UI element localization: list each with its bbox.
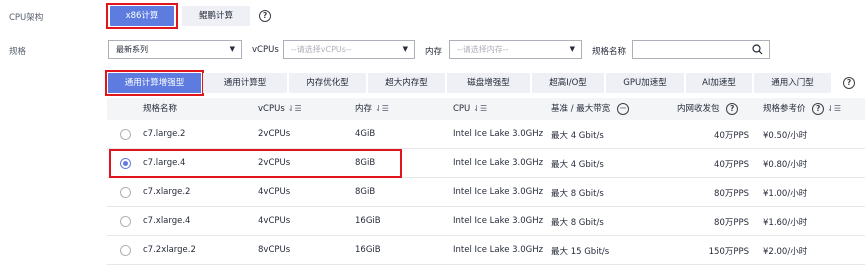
cell-name: c7.xlarge.2 [143, 187, 191, 197]
col-header-name: 规格名称 [143, 104, 178, 114]
cell-pps: 80万PPS [714, 218, 749, 228]
cell-price: ¥2.00/小时 [763, 247, 808, 257]
spec-name-label: 规格名称 [592, 47, 627, 57]
col-header-cpu[interactable]: CPU ⇃☰ [453, 98, 487, 120]
caret-down-icon: ▼ [229, 45, 235, 53]
cell-price: ¥1.00/小时 [763, 189, 808, 199]
tab-highlight-box [105, 70, 204, 96]
price-help-icon[interactable]: ? [812, 102, 825, 115]
cell-name: c7.large.2 [143, 129, 186, 139]
col-header-pps: 内网收发包 ? [677, 98, 739, 120]
cell-vcpus: 2vCPUs [258, 129, 291, 139]
col-header-price-label: 规格参考价 [763, 104, 806, 114]
cell-price: ¥0.50/小时 [763, 131, 808, 141]
sort-icon[interactable]: ⇃☰ [288, 104, 302, 113]
series-select[interactable]: 最新系列 ▼ [108, 40, 242, 59]
row-radio-button[interactable] [120, 245, 131, 256]
vcpus-filter-label: vCPUs [252, 45, 279, 55]
row-radio-button[interactable] [120, 187, 131, 198]
tab-disk-enhanced[interactable]: 磁盘增强型 [447, 73, 530, 93]
cell-vcpus: 4vCPUs [258, 187, 291, 197]
col-header-price[interactable]: 规格参考价 ? ⇃☰ [763, 98, 841, 120]
series-select-value: 最新系列 [116, 45, 148, 54]
row-radio-button[interactable] [120, 216, 131, 227]
cell-bandwidth: 最大 8 Gbit/s [551, 218, 604, 228]
spec-label: 规格 [9, 47, 27, 57]
memory-select[interactable]: --请选择内存-- ▼ [449, 40, 582, 59]
cell-pps: 40万PPS [714, 131, 749, 141]
x86-highlight-box [106, 3, 178, 29]
search-icon[interactable] [752, 44, 763, 55]
cell-name: c7.xlarge.4 [143, 216, 191, 226]
cell-pps: 40万PPS [714, 160, 749, 170]
cell-bandwidth: 最大 4 Gbit/s [551, 160, 604, 170]
cell-bandwidth: 最大 8 Gbit/s [551, 189, 604, 199]
cell-bandwidth: 最大 15 Gbit/s [551, 247, 610, 257]
cell-memory: 4GiB [355, 129, 376, 139]
cell-vcpus: 8vCPUs [258, 245, 291, 255]
vcpus-select[interactable]: --请选择vCPUs-- ▼ [283, 40, 415, 59]
sort-icon[interactable]: ⇃☰ [827, 104, 841, 113]
pps-help-icon[interactable]: ? [726, 102, 739, 115]
col-header-cpu-label: CPU [453, 104, 471, 114]
cpu-arch-label: CPU架构 [9, 13, 44, 23]
tab-general-compute[interactable]: 通用计算型 [203, 73, 287, 93]
col-header-vcpus[interactable]: vCPUs ⇃☰ [258, 98, 302, 120]
row-radio-button[interactable] [120, 129, 131, 140]
spec-name-input[interactable] [632, 40, 770, 59]
col-header-pps-label: 内网收发包 [677, 104, 720, 114]
more-icon[interactable]: ⋯ [616, 102, 629, 115]
caret-down-icon: ▼ [569, 45, 575, 53]
memory-select-placeholder: --请选择内存-- [457, 45, 509, 54]
tab-memory-optimized[interactable]: 内存优化型 [289, 73, 366, 93]
col-header-vcpus-label: vCPUs [258, 104, 285, 114]
vcpus-select-placeholder: --请选择vCPUs-- [291, 45, 352, 54]
col-header-bandwidth: 基准 / 最大带宽 ⋯ [551, 98, 629, 120]
tab-large-memory[interactable]: 超大内存型 [368, 73, 445, 93]
cell-memory: 16GiB [355, 245, 381, 255]
tab-gpu-accelerated[interactable]: GPU加速型 [606, 73, 684, 93]
col-header-memory-label: 内存 [355, 104, 373, 114]
cpu-arch-help-icon[interactable]: ? [259, 10, 271, 22]
cell-cpu: Intel Ice Lake 3.0GHz [453, 216, 544, 226]
sort-icon[interactable]: ⇃☰ [473, 104, 487, 113]
cell-pps: 80万PPS [714, 189, 749, 199]
selected-row-highlight-box [109, 149, 402, 178]
sort-icon[interactable]: ⇃☰ [375, 104, 389, 113]
memory-filter-label: 内存 [425, 47, 443, 57]
cell-memory: 16GiB [355, 216, 381, 226]
cell-memory: 8GiB [355, 187, 376, 197]
col-header-bandwidth-label: 基准 / 最大带宽 [551, 104, 611, 114]
cell-name: c7.2xlarge.2 [143, 245, 196, 255]
tab-ai-accelerated[interactable]: AI加速型 [686, 73, 752, 93]
cell-cpu: Intel Ice Lake 3.0GHz [453, 129, 544, 139]
col-header-memory[interactable]: 内存 ⇃☰ [355, 98, 389, 120]
tab-ultra-high-io[interactable]: 超高I/O型 [532, 73, 604, 93]
caret-down-icon: ▼ [402, 45, 408, 53]
cell-pps: 150万PPS [708, 247, 749, 257]
cell-cpu: Intel Ice Lake 3.0GHz [453, 158, 544, 168]
cell-vcpus: 4vCPUs [258, 216, 291, 226]
cell-cpu: Intel Ice Lake 3.0GHz [453, 245, 544, 255]
cell-bandwidth: 最大 4 Gbit/s [551, 131, 604, 141]
cell-price: ¥1.60/小时 [763, 218, 808, 228]
tabs-help-icon[interactable]: ? [843, 77, 855, 89]
tab-general-entry[interactable]: 通用入门型 [754, 73, 831, 93]
kunpeng-arch-button[interactable]: 鲲鹏计算 [182, 6, 250, 26]
cell-price: ¥0.80/小时 [763, 160, 808, 170]
cell-cpu: Intel Ice Lake 3.0GHz [453, 187, 544, 197]
